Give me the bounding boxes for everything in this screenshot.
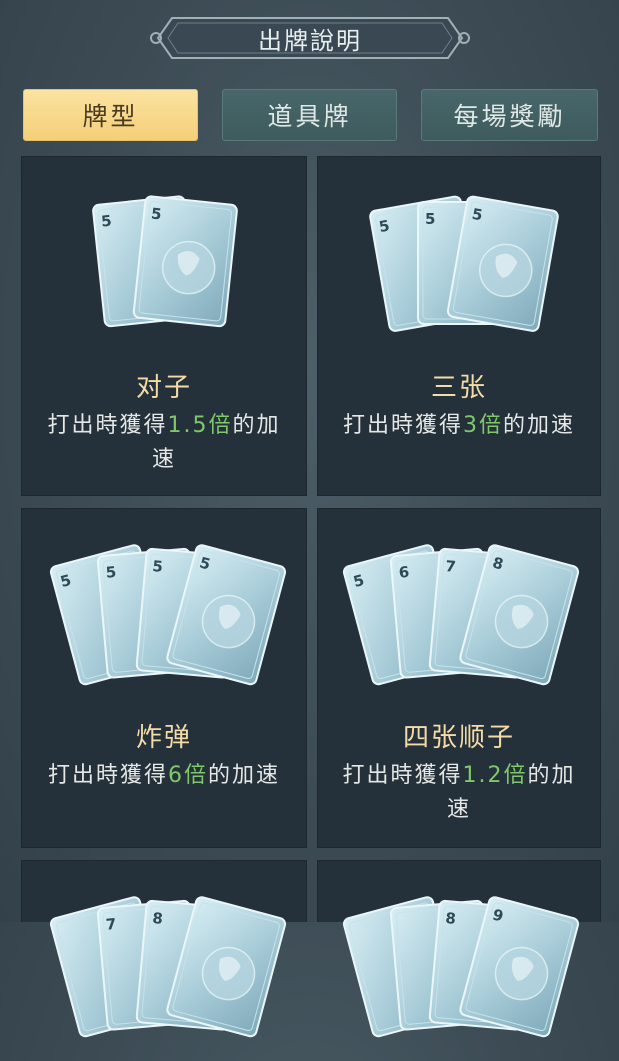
tab-label: 每場獎勵 [453,102,566,131]
card-type-title: 对子 [135,373,192,403]
card-rank: 5 [152,557,164,576]
card-type-title: 三张 [430,373,487,403]
card-type-description: 打出時獲得1.5倍的加速 [47,413,281,472]
card-type-description: 打出時獲得1.2倍的加速 [342,763,576,822]
playing-card: 5 [132,195,238,328]
card-fan: 55 [92,195,238,328]
card-type-pair[interactable]: 55 对子 打出時獲得1.5倍的加速 [21,156,307,496]
tab-match-rewards[interactable]: 每場獎勵 [421,89,598,141]
card-rank: 7 [105,915,117,934]
card-fan: 555 [369,195,559,332]
tab-label: 道具牌 [267,102,352,131]
playing-card: 5 [446,195,559,332]
card-rank: 7 [445,557,457,576]
card-type-straight[interactable]: 5678 四张顺子 打出時獲得1.2倍的加速 [317,508,601,848]
card-fan: 78 [49,896,287,1038]
card-type-title: 四张顺子 [402,723,515,753]
title-banner: 出牌說明 [150,10,470,66]
tab-item-cards[interactable]: 道具牌 [222,89,397,141]
card-type-description: 打出時獲得3倍的加速 [342,413,576,438]
card-type-bomb[interactable]: 5555 炸弹 打出時獲得6倍的加速 [21,508,307,848]
card-rank: 5 [425,210,435,228]
card-rank: 5 [150,204,162,223]
tab-card-types[interactable]: 牌型 [23,89,198,141]
card-type-title: 炸弹 [135,723,192,753]
card-rank: 5 [105,563,117,582]
card-fan: 5555 [49,544,287,686]
card-type-description: 打出時獲得6倍的加速 [47,763,281,788]
tab-label: 牌型 [82,102,139,131]
multiplier-value: 1.5倍 [167,413,233,438]
card-rank: 8 [152,909,164,928]
card-fan: 5678 [342,544,580,686]
card-rank: 8 [445,909,457,928]
multiplier-value: 6倍 [168,763,208,788]
multiplier-value: 3倍 [463,413,503,438]
card-fan: 89 [342,896,580,1038]
card-type-triple[interactable]: 555 三张 打出時獲得3倍的加速 [317,156,601,496]
card-rank: 5 [100,212,112,231]
multiplier-value: 1.2倍 [462,763,528,788]
card-rank: 6 [398,563,410,582]
page-title: 出牌說明 [258,26,362,55]
card-type-partial-right[interactable]: 89 [317,860,601,1038]
card-type-partial-left[interactable]: 78 [21,860,307,1038]
